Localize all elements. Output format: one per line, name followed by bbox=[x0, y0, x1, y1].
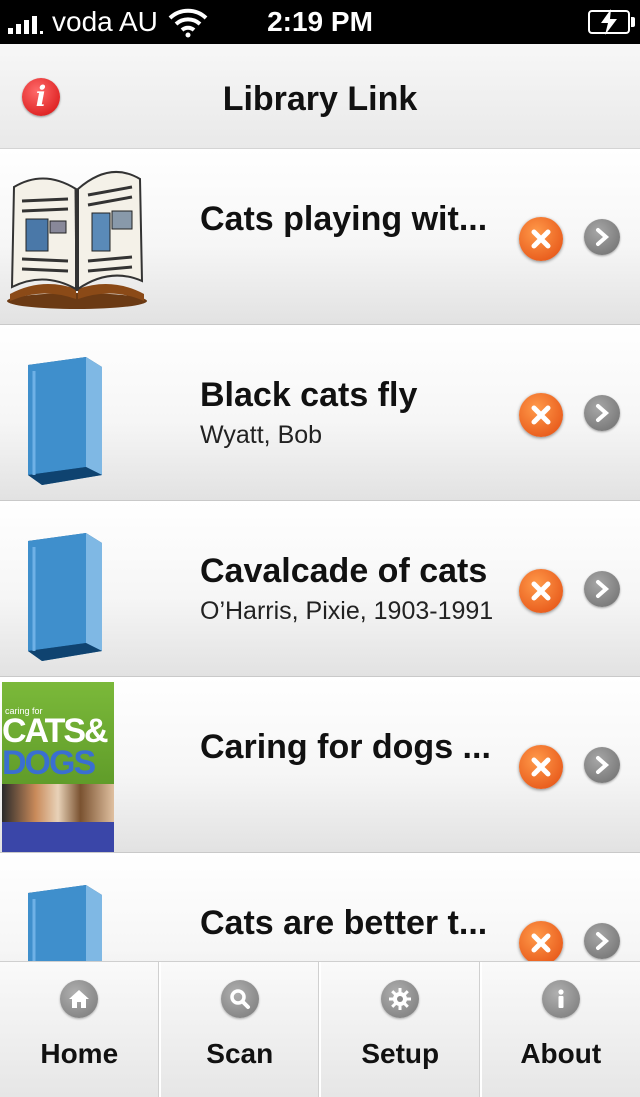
cover-title-line1: CATS& bbox=[2, 714, 107, 748]
blue-book-icon bbox=[2, 853, 152, 961]
search-icon bbox=[221, 980, 259, 1018]
chevron-right-icon[interactable] bbox=[584, 747, 620, 783]
status-bar: voda AU 2:19 PM bbox=[0, 0, 640, 44]
battery-icon bbox=[588, 10, 630, 34]
tab-scan[interactable]: Scan bbox=[161, 962, 322, 1097]
tab-about[interactable]: About bbox=[482, 962, 640, 1097]
close-icon bbox=[530, 404, 552, 426]
navigation-bar: i Library Link bbox=[0, 44, 640, 149]
list-item[interactable]: Black cats fly Wyatt, Bob bbox=[0, 325, 640, 501]
tab-label: Scan bbox=[161, 1038, 320, 1070]
tab-setup[interactable]: Setup bbox=[321, 962, 482, 1097]
home-icon bbox=[60, 980, 98, 1018]
close-icon bbox=[530, 580, 552, 602]
list-item[interactable]: Cats playing wit... bbox=[0, 149, 640, 325]
tab-label: Setup bbox=[321, 1038, 480, 1070]
gear-icon bbox=[381, 980, 419, 1018]
chevron-right-icon[interactable] bbox=[584, 923, 620, 959]
book-cover-image: caring for CATS& DOGS bbox=[2, 682, 114, 852]
open-book-icon bbox=[2, 149, 152, 319]
blue-book-icon bbox=[2, 325, 152, 495]
item-title: Caring for dogs ... bbox=[200, 725, 510, 769]
item-author: Wyatt, Bob bbox=[200, 417, 510, 453]
item-title: Black cats fly bbox=[200, 373, 510, 417]
cover-title-line2: DOGS bbox=[2, 746, 94, 780]
item-title: Cats playing wit... bbox=[200, 197, 510, 241]
tab-home[interactable]: Home bbox=[0, 962, 161, 1097]
delete-button[interactable] bbox=[519, 569, 563, 613]
delete-button[interactable] bbox=[519, 745, 563, 789]
status-time: 2:19 PM bbox=[0, 6, 640, 38]
list-item[interactable]: Cats are better t... bbox=[0, 853, 640, 961]
info-icon bbox=[542, 980, 580, 1018]
tab-label: About bbox=[482, 1038, 640, 1070]
tab-label: Home bbox=[0, 1038, 159, 1070]
item-author: O’Harris, Pixie, 1903-1991 bbox=[200, 593, 510, 629]
delete-button[interactable] bbox=[519, 921, 563, 961]
list-item[interactable]: caring for CATS& DOGS Caring for dogs ..… bbox=[0, 677, 640, 853]
chevron-right-icon[interactable] bbox=[584, 219, 620, 255]
list-item[interactable]: Cavalcade of cats O’Harris, Pixie, 1903-… bbox=[0, 501, 640, 677]
delete-button[interactable] bbox=[519, 393, 563, 437]
tab-bar: Home Scan Setup About bbox=[0, 961, 640, 1097]
close-icon bbox=[530, 228, 552, 250]
page-title: Library Link bbox=[0, 80, 640, 119]
blue-book-icon bbox=[2, 501, 152, 671]
chevron-right-icon[interactable] bbox=[584, 395, 620, 431]
saved-items-list[interactable]: Cats playing wit... Black cats fly Wyatt… bbox=[0, 149, 640, 961]
close-icon bbox=[530, 756, 552, 778]
close-icon bbox=[530, 932, 552, 954]
delete-button[interactable] bbox=[519, 217, 563, 261]
chevron-right-icon[interactable] bbox=[584, 571, 620, 607]
item-title: Cavalcade of cats bbox=[200, 549, 510, 593]
item-title: Cats are better t... bbox=[200, 901, 510, 945]
